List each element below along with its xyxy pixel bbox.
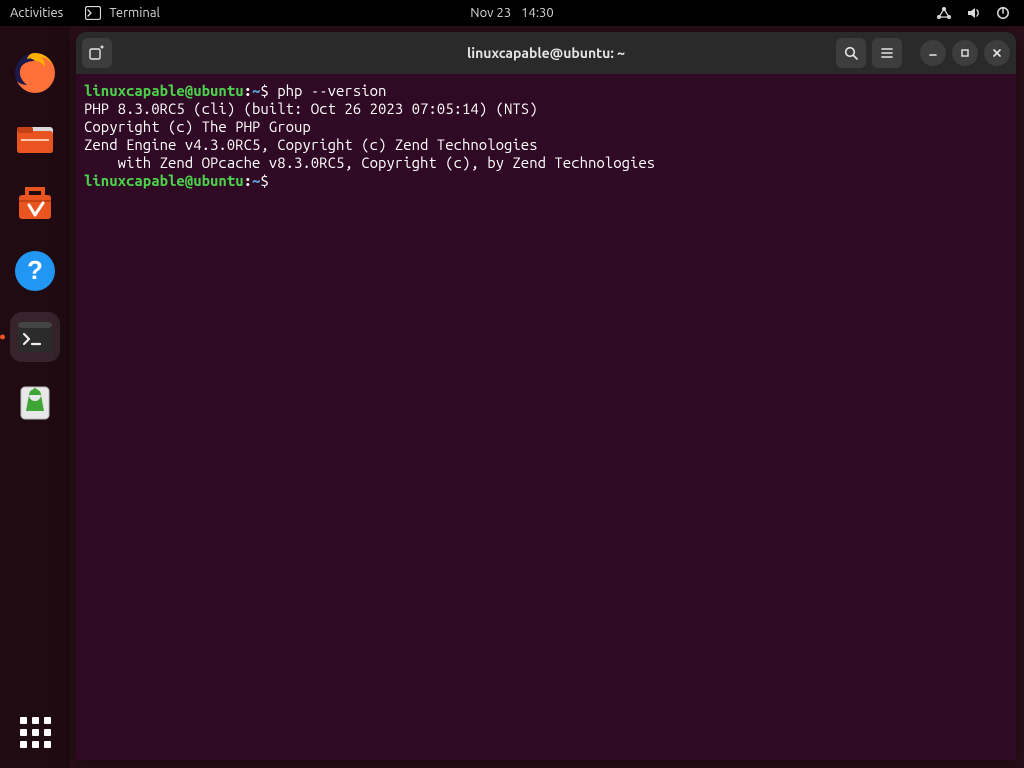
- activities-button[interactable]: Activities: [10, 6, 63, 20]
- terminal-icon: [85, 6, 101, 20]
- show-applications-button[interactable]: [17, 714, 53, 750]
- terminal-window: linuxcapable@ubuntu: ~ linuxcapable@ubun…: [76, 32, 1016, 760]
- app-name-label: Terminal: [109, 6, 160, 20]
- svg-text:?: ?: [27, 255, 43, 285]
- date-label: Nov 23: [470, 6, 511, 20]
- window-title: linuxcapable@ubuntu: ~: [467, 45, 625, 61]
- terminal-viewport[interactable]: linuxcapable@ubuntu:~$ php --version PHP…: [76, 74, 1016, 760]
- output-line: with Zend OPcache v8.3.0RC5, Copyright (…: [84, 154, 655, 171]
- new-tab-button[interactable]: [82, 38, 112, 68]
- maximize-button[interactable]: [952, 40, 978, 66]
- output-line: Copyright (c) The PHP Group: [84, 118, 311, 135]
- top-bar: Activities Terminal Nov 23 14:30: [0, 0, 1024, 26]
- dock-item-files[interactable]: [10, 114, 60, 164]
- network-icon[interactable]: [936, 6, 952, 20]
- minimize-button[interactable]: [920, 40, 946, 66]
- dock-item-trash[interactable]: [10, 378, 60, 428]
- window-titlebar[interactable]: linuxcapable@ubuntu: ~: [76, 32, 1016, 74]
- prompt-sep: :: [244, 82, 252, 99]
- prompt-user: linuxcapable@ubuntu: [84, 82, 244, 99]
- power-icon[interactable]: [996, 6, 1010, 20]
- prompt-sep: :: [244, 172, 252, 189]
- output-line: PHP 8.3.0RC5 (cli) (built: Oct 26 2023 0…: [84, 100, 538, 117]
- dock-item-software[interactable]: [10, 180, 60, 230]
- volume-icon[interactable]: [966, 6, 982, 20]
- time-label: 14:30: [521, 6, 554, 20]
- menu-button[interactable]: [872, 38, 902, 68]
- close-button[interactable]: [984, 40, 1010, 66]
- app-menu[interactable]: Terminal: [85, 6, 160, 20]
- dock-item-terminal[interactable]: [10, 312, 60, 362]
- dock-item-help[interactable]: ?: [10, 246, 60, 296]
- search-button[interactable]: [836, 38, 866, 68]
- prompt-symbol: $: [260, 82, 268, 99]
- prompt-symbol: $: [260, 172, 268, 189]
- clock[interactable]: Nov 23 14:30: [470, 6, 553, 20]
- output-line: Zend Engine v4.3.0RC5, Copyright (c) Zen…: [84, 136, 538, 153]
- prompt-user: linuxcapable@ubuntu: [84, 172, 244, 189]
- dock-item-firefox[interactable]: [10, 48, 60, 98]
- dock: ?: [0, 26, 70, 768]
- command-text: php --version: [277, 82, 386, 99]
